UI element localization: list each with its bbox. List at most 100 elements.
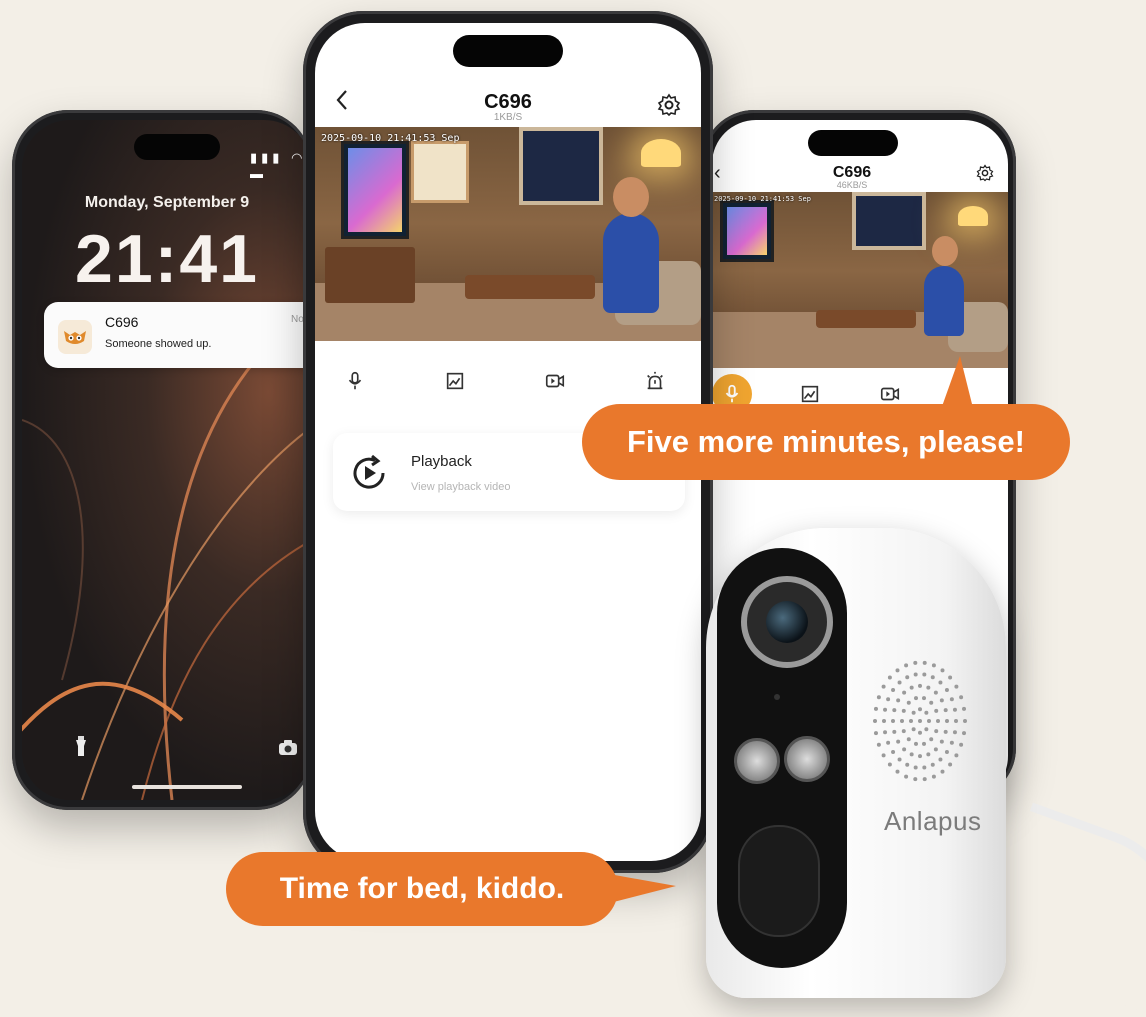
speaker-hole — [897, 680, 902, 685]
speaker-hole — [938, 757, 943, 762]
microphone-button[interactable] — [335, 361, 375, 401]
speaker-hole — [913, 741, 918, 746]
speaker-hole — [913, 696, 918, 701]
lock-screen-time: 21:41 — [75, 221, 259, 297]
speaker-hole — [886, 740, 891, 745]
speaker-hole — [940, 769, 945, 774]
speaker-hole — [954, 684, 959, 689]
dynamic-island — [453, 35, 563, 67]
speaker-hole — [924, 727, 929, 732]
room-tv — [341, 141, 409, 239]
speaker-hole — [881, 684, 886, 689]
speaker-hole — [886, 697, 891, 702]
speaker-hole — [873, 706, 878, 711]
child-figure — [924, 266, 964, 336]
owl-logo-icon — [58, 320, 92, 354]
speaker-hole — [931, 774, 936, 779]
speaker-hole — [909, 752, 914, 757]
record-video-icon — [545, 374, 565, 388]
speaker-hole — [895, 668, 900, 673]
speaker-hole — [902, 747, 907, 752]
speaker-hole — [929, 737, 934, 742]
snapshot-button[interactable] — [435, 361, 475, 401]
settings-gear-icon[interactable] — [976, 164, 994, 187]
alarm-button[interactable] — [635, 361, 675, 401]
speaker-hole — [909, 685, 914, 690]
notification-title: C696 — [105, 314, 139, 330]
speaker-hole — [918, 754, 922, 759]
speaker-hole — [906, 737, 911, 742]
speaker-hole — [943, 729, 948, 734]
live-video-feed[interactable]: 2025-09-10 21:41:53 Sep — [712, 192, 1008, 368]
child-head — [932, 236, 958, 266]
room-window — [519, 127, 603, 205]
speaker-hole — [963, 719, 967, 723]
speaker-hole — [962, 731, 967, 736]
motion-sensor — [738, 825, 820, 937]
speaker-hole — [959, 742, 964, 747]
speaker-hole — [918, 730, 922, 735]
speaker-hole — [922, 696, 927, 701]
speaker-hole — [918, 683, 922, 688]
speaker-hole — [906, 700, 911, 705]
speaker-hole — [901, 708, 906, 713]
speaker-hole — [873, 719, 877, 723]
speaker-hole — [895, 769, 900, 774]
speaker-hole — [962, 706, 967, 711]
child-figure — [603, 213, 659, 313]
wall-poster — [411, 141, 469, 203]
speaker-hole — [892, 729, 897, 734]
live-video-feed[interactable]: 2025-09-10 21:41:53 Sep — [315, 127, 701, 341]
speaker-hole — [927, 719, 931, 723]
speaker-hole — [944, 750, 949, 755]
speaker-hole — [948, 675, 953, 680]
speaker-hole — [954, 753, 959, 758]
speaker-hole — [930, 762, 935, 767]
room-lamp — [641, 139, 681, 167]
camera-shortcut-icon[interactable] — [278, 740, 298, 761]
microphone-icon — [725, 384, 739, 403]
speaker-hole — [904, 774, 909, 779]
speaker-hole — [896, 739, 901, 744]
notification-message: Someone showed up. — [105, 338, 212, 350]
speaker-hole — [876, 742, 881, 747]
parent-speech-bubble: Time for bed, kiddo. — [226, 852, 618, 926]
speaker-hole — [905, 762, 910, 767]
camera-brand-logo: Anlapus — [884, 806, 982, 836]
data-rate: 1KB/S — [493, 112, 523, 123]
room-tv — [720, 200, 774, 262]
speaker-hole — [911, 727, 916, 732]
home-indicator — [132, 785, 242, 789]
room-lamp — [958, 206, 988, 226]
speaker-hole — [883, 730, 888, 735]
speaker-hole — [933, 747, 938, 752]
flashlight-icon[interactable] — [74, 736, 88, 763]
speaker-hole — [929, 700, 934, 705]
speaker-hole — [926, 752, 931, 757]
speaker-hole — [901, 729, 906, 734]
video-timestamp: 2025-09-10 21:41:53 Sep — [714, 195, 811, 203]
speaker-hole — [897, 757, 902, 762]
data-rate: 46KB/S — [836, 180, 868, 190]
notification-card[interactable]: C696 Someone showed up. Now — [44, 302, 312, 368]
playback-title: Playback — [411, 453, 472, 470]
room-window — [852, 192, 926, 250]
coffee-table — [816, 310, 916, 328]
speaker-hole — [954, 719, 958, 723]
speaker-hole — [913, 672, 918, 677]
speaker-hole — [922, 741, 927, 746]
speaker-hole — [948, 762, 953, 767]
speaker-hole — [939, 698, 944, 703]
lock-screen: ▮▮▮ ◠ ▬ Monday, September 9 21:41 C696 S… — [22, 120, 312, 800]
speaker-hole — [887, 762, 892, 767]
settings-gear-icon[interactable] — [657, 93, 681, 122]
camera-lens — [766, 601, 808, 643]
snapshot-icon — [801, 385, 819, 403]
record-button[interactable] — [535, 361, 575, 401]
tv-cabinet — [325, 247, 415, 303]
speaker-hole — [931, 663, 936, 668]
speaker-hole — [883, 707, 888, 712]
speaker-hole — [891, 687, 896, 692]
speaker-hole — [913, 765, 918, 770]
speaker-hole — [936, 719, 940, 723]
